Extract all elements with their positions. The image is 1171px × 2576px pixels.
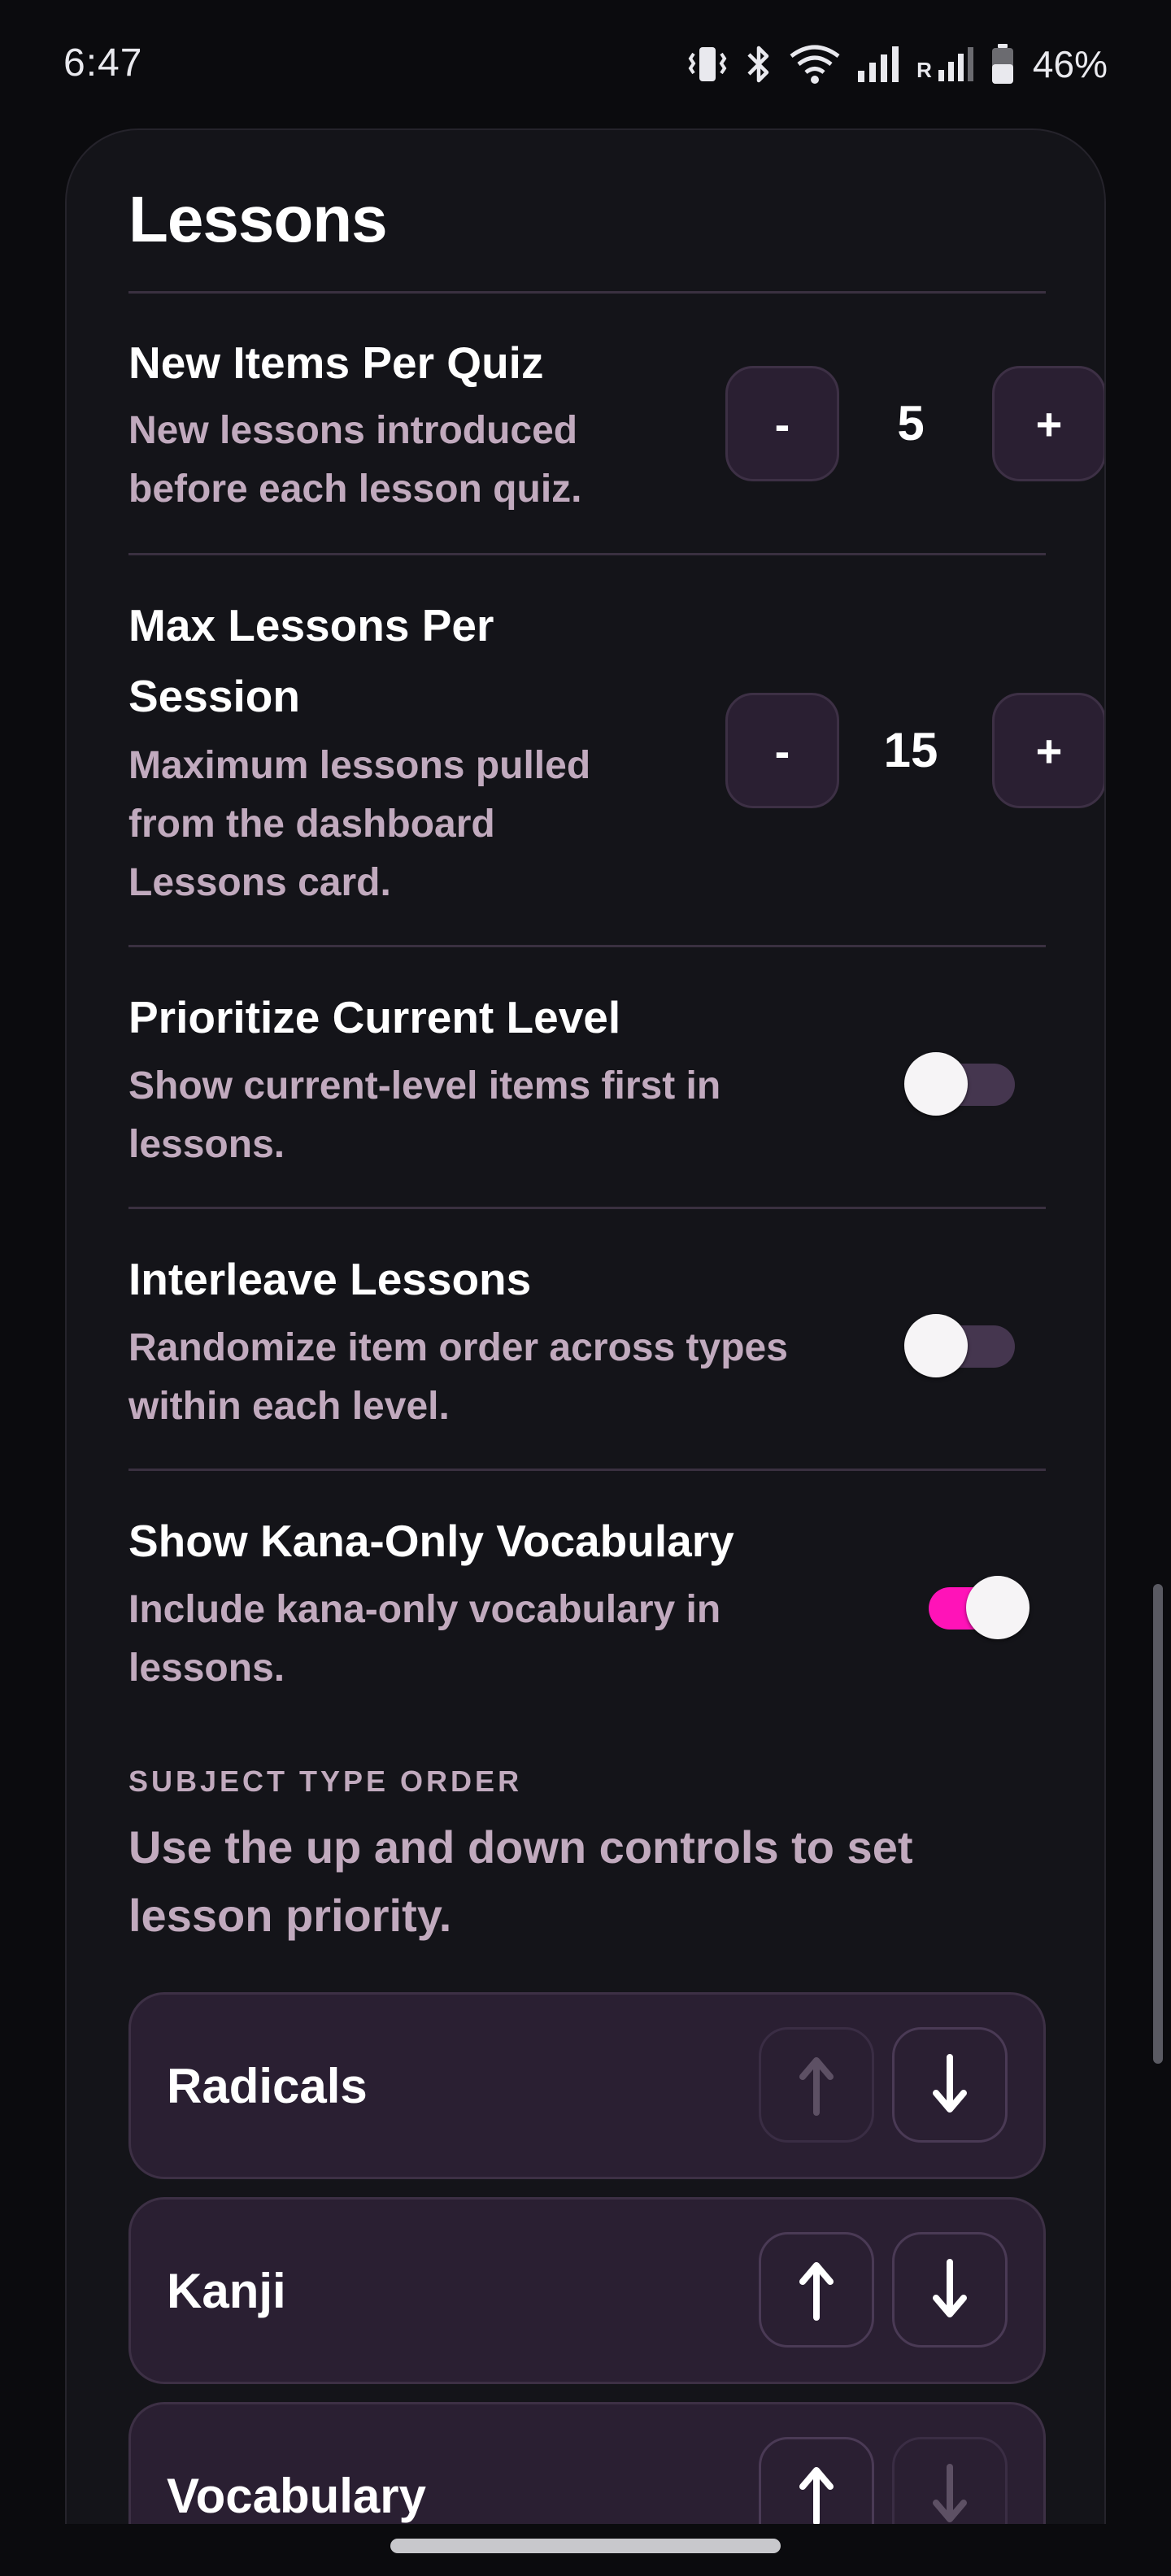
arrow-up-icon [796, 2054, 837, 2116]
subject-type-order-help: Use the up and down controls to set less… [128, 1821, 913, 1941]
subject-order-label: Kanji [167, 2263, 286, 2318]
toggle-knob [904, 1314, 968, 1377]
subject-order-label: Radicals [167, 2058, 368, 2113]
prioritize-current-level-toggle[interactable] [904, 1047, 1026, 1120]
stepper-value: 15 [883, 723, 938, 777]
battery-percent: 46% [1032, 43, 1108, 85]
subject-order-row-vocabulary: Vocabulary [128, 2402, 1046, 2527]
divider [128, 291, 1046, 294]
setting-title: Prioritize Current Level [128, 992, 621, 1042]
arrow-down-icon [929, 2464, 970, 2526]
setting-description: before each lesson quiz. [128, 468, 582, 511]
scrollbar[interactable] [1153, 1584, 1163, 2064]
arrow-down-icon [929, 2054, 970, 2116]
setting-description: Randomize item order across types [128, 1326, 788, 1369]
setting-title: Session [128, 671, 300, 721]
subject-order-label: Vocabulary [167, 2468, 427, 2523]
arrow-down-icon [929, 2259, 970, 2321]
subject-order-row-radicals: Radicals [128, 1992, 1046, 2179]
setting-description: Maximum lessons pulled [128, 744, 591, 787]
subject-type-order-label: SUBJECT TYPE ORDER [128, 1764, 523, 1798]
setting-title: Interleave Lessons [128, 1254, 532, 1304]
divider [128, 1469, 1046, 1471]
vibrate-icon [686, 44, 729, 85]
setting-description: within each level. [128, 1385, 450, 1428]
setting-description: lessons. [128, 1647, 285, 1690]
move-up-button[interactable] [759, 2027, 874, 2143]
divider [128, 945, 1046, 947]
roaming-signal-icon: R [916, 46, 976, 83]
status-icons: R 46% [686, 37, 1108, 91]
status-bar: 6:47 R 46% [0, 0, 1171, 130]
setting-title: Max Lessons Per [128, 600, 494, 651]
arrow-up-icon [796, 2464, 837, 2526]
toggle-knob [904, 1052, 968, 1116]
toggle-knob [966, 1576, 1030, 1639]
subject-order-row-kanji: Kanji [128, 2197, 1046, 2384]
status-time: 6:47 [63, 41, 143, 85]
home-gesture-pill[interactable] [390, 2539, 781, 2553]
setting-title: Show Kana-Only Vocabulary [128, 1516, 734, 1566]
bluetooth-icon [744, 43, 773, 85]
setting-description: Include kana-only vocabulary in [128, 1588, 721, 1631]
signal-icon [856, 45, 902, 84]
interleave-lessons-toggle[interactable] [904, 1309, 1026, 1382]
decrement-button[interactable]: - [725, 366, 839, 481]
stepper-value: 5 [897, 396, 925, 450]
wifi-icon [788, 43, 842, 85]
setting-description: Lessons card. [128, 861, 391, 904]
setting-description: Show current-level items first in [128, 1064, 721, 1107]
move-up-button[interactable] [759, 2232, 874, 2348]
move-down-button[interactable] [892, 2027, 1008, 2143]
show-kana-only-vocabulary-toggle[interactable] [904, 1571, 1030, 1644]
card-title: Lessons [128, 183, 388, 255]
increment-button[interactable]: + [992, 366, 1104, 481]
divider [128, 553, 1046, 555]
divider [128, 1207, 1046, 1209]
move-down-button[interactable] [892, 2437, 1008, 2527]
move-up-button[interactable] [759, 2437, 874, 2527]
increment-button[interactable]: + [992, 693, 1104, 808]
move-down-button[interactable] [892, 2232, 1008, 2348]
setting-description: lessons. [128, 1123, 285, 1166]
decrement-button[interactable]: - [725, 693, 839, 808]
arrow-up-icon [796, 2259, 837, 2321]
battery-icon [990, 43, 1015, 85]
setting-title: New Items Per Quiz [128, 337, 544, 388]
setting-description: New lessons introduced [128, 409, 578, 452]
lessons-card: Lessons New Items Per Quiz New lessons i… [65, 128, 1106, 2527]
setting-description: from the dashboard [128, 803, 495, 846]
